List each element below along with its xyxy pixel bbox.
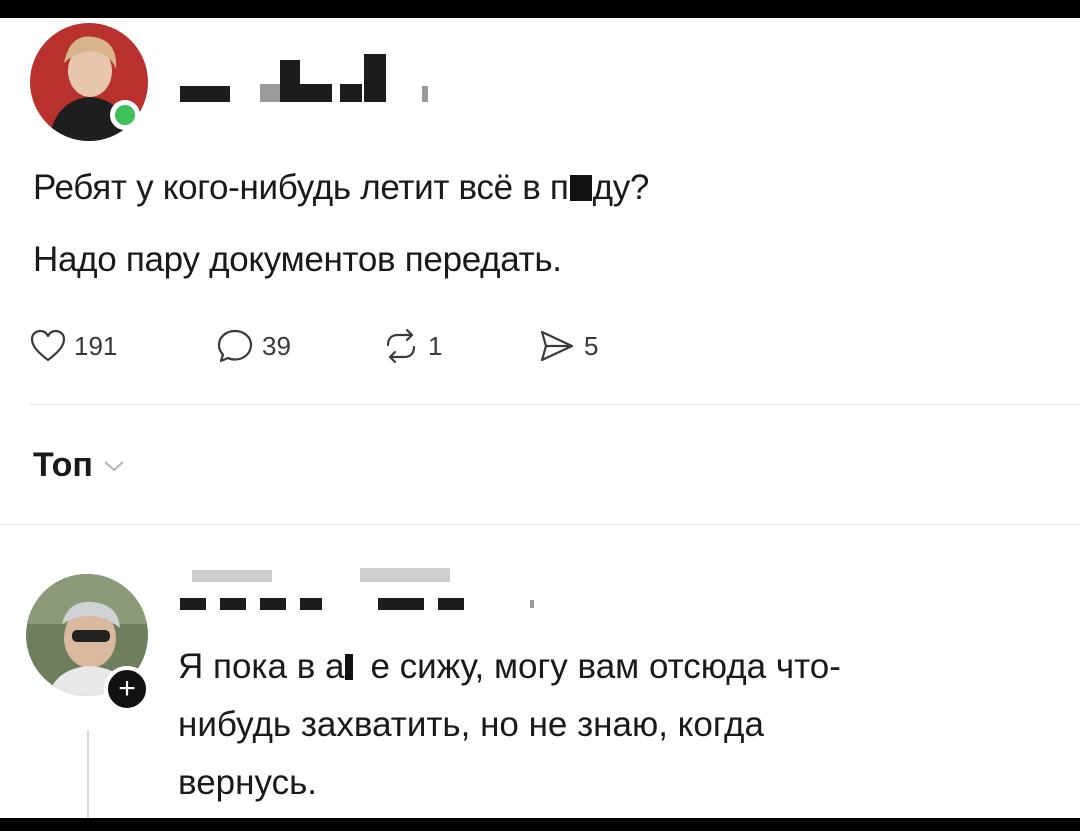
repost-icon: [386, 328, 416, 364]
censor-block: [345, 654, 354, 680]
follow-button[interactable]: +: [104, 666, 150, 712]
comment-line-3: вернусь.: [178, 763, 318, 802]
repost-count: 1: [428, 330, 443, 361]
send-icon: [540, 330, 574, 362]
censor-block: [569, 175, 592, 201]
repost-button[interactable]: 1: [382, 326, 442, 366]
comment-count: 39: [262, 330, 291, 361]
sort-label: Топ: [33, 446, 93, 484]
comment-text-part: Я пока в а: [178, 647, 345, 686]
author-name-redacted[interactable]: [180, 46, 440, 106]
thread-screen: Ребят у кого-нибудь летит всё в п ду? Над…: [0, 18, 1080, 818]
share-button[interactable]: 5: [538, 326, 598, 366]
commenter-name-redacted[interactable]: [180, 566, 550, 612]
like-button[interactable]: 191: [30, 326, 117, 366]
divider: [30, 404, 1080, 405]
comment-text: Я пока в а е сижу, могу вам отсюда что- н…: [178, 638, 1038, 812]
heart-icon: [30, 329, 66, 362]
thread-line: [87, 730, 89, 818]
chevron-down-icon: [104, 460, 124, 471]
divider: [0, 524, 1080, 525]
post-text-line-2: Надо пару документов передать.: [33, 240, 562, 279]
sort-dropdown[interactable]: Топ: [33, 446, 125, 485]
comment-button[interactable]: 39: [216, 326, 291, 366]
post-text-part: Ребят у кого-нибудь летит всё в п: [33, 168, 569, 207]
comment-text-part: е сижу, могу вам отсюда что-: [370, 647, 841, 686]
post-text-part: ду?: [592, 168, 650, 207]
comment-line-1: Я пока в а е сижу, могу вам отсюда что-: [178, 638, 1038, 696]
online-status-indicator: [110, 100, 140, 130]
post-text-line-1: Ребят у кого-нибудь летит всё в п ду?: [33, 168, 649, 208]
like-count: 191: [74, 330, 118, 361]
share-count: 5: [584, 330, 599, 361]
comment-line-2: нибудь захватить, но не знаю, когда: [178, 705, 764, 744]
speech-bubble-icon: [217, 329, 253, 363]
